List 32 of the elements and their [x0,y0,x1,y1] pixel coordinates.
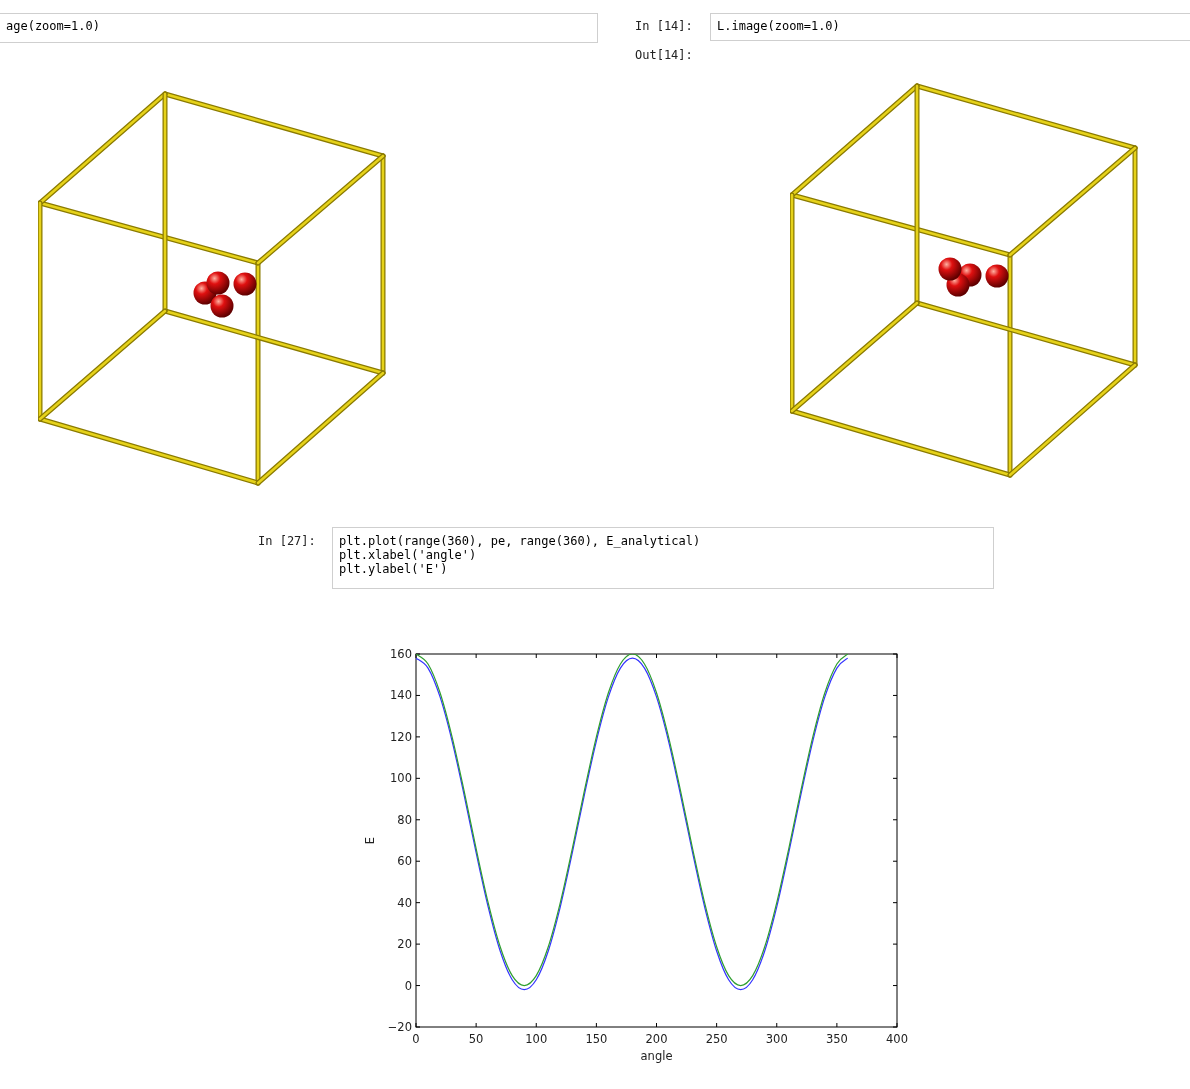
tick-label: 20 [397,937,412,952]
code-input-field[interactable]: age(zoom=1.0) [0,13,598,43]
axis-title: angle [640,1049,673,1063]
code-line: L.image(zoom=1.0) [717,19,841,33]
tick-label: 350 [825,1032,848,1046]
tick-label: 100 [525,1032,548,1046]
tick-label: 300 [765,1032,788,1046]
tick-label: 120 [390,729,412,744]
input-prompt: In [27]: [258,533,317,550]
tick-label: 250 [705,1032,728,1046]
code-line: plt.ylabel('E') [339,562,449,576]
tick-label: 100 [390,771,412,786]
code-line: age(zoom=1.0) [6,19,101,33]
tick-label: 400 [886,1032,908,1046]
tick-label: 150 [585,1032,608,1046]
tick-label: 0 [404,978,412,993]
output-prompt: Out[14]: [635,48,693,62]
input-prompt: In [14]: [635,18,694,33]
code-line: plt.plot(range(360), pe, range(360), E_analytical) [339,534,702,548]
tick-label: 80 [397,812,412,827]
tick-label: −20 [387,1020,412,1034]
tick-label: 60 [397,854,412,869]
code-input-field[interactable]: plt.plot(range(360), pe, range(360), E_analytical) plt.xlabel('angle') plt.ylabel('E') [332,527,994,589]
axis-title: E [363,836,377,845]
tick-label: 160 [390,647,412,661]
tick-label: 40 [397,895,412,910]
code-line: plt.xlabel('angle') [339,548,478,562]
tick-label: 140 [390,688,412,703]
tick-label: 200 [645,1032,668,1046]
tick-label: 0 [412,1032,420,1046]
code-input-field[interactable]: L.image(zoom=1.0) [710,13,1190,41]
tick-label: 50 [468,1032,484,1046]
